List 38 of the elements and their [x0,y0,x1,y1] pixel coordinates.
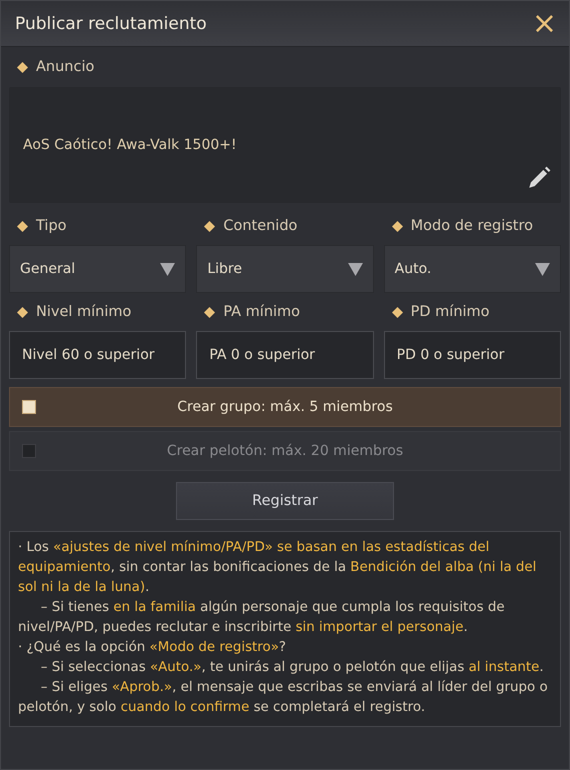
field-label: PD mínimo [410,304,490,320]
diamond-icon [392,220,403,232]
close-button[interactable]: × [528,8,561,38]
input-field[interactable]: PD 0 o superior [384,331,561,379]
field-label: Tipo [36,218,67,234]
note-text: · ¿Qué es la opción «Modo de registro»? [18,639,287,657]
note-text: – Si tienes en la familia algún personaje que cumpla los requisitos de nivel/PA/PD, puedes reclutar e inscribirte sin importar el personaje. [18,599,506,637]
option-row[interactable]: Crear grupo: máx. 5 miembros [9,387,561,427]
dropdown[interactable]: Auto. [384,245,561,293]
input-field[interactable]: PA 0 o superior [196,331,374,379]
dropdown[interactable]: General [9,245,186,293]
dropdown[interactable]: Libre [196,245,374,293]
diamond-icon [17,62,28,72]
option-label: Crear grupo: máx. 5 miembros [176,399,394,415]
note-text: – Si eliges «Aprob.», el mensaje que escribas se enviará al líder del grupo o pelotón, y solo cuando lo confirme se completará el registro. [18,679,549,717]
checkbox[interactable] [22,400,36,414]
option-row[interactable]: Crear pelotón: máx. 20 miembros [9,431,561,471]
option-label: Crear pelotón: máx. 20 miembros [166,443,404,459]
window-title: Publicar reclutamiento [15,14,207,34]
register-button[interactable]: Registrar [176,482,394,520]
diamond-icon [204,220,216,232]
announcement-field[interactable]: AoS Caótico! Awa-Valk 1500+! [9,87,561,203]
field-label: Nivel mínimo [36,304,132,320]
diamond-icon [17,220,28,232]
dropdown-arrow-icon [534,262,550,276]
dropdown-arrow-icon [160,262,176,276]
dropdown-arrow-icon [348,262,363,276]
note-text: – Si seleccionas «Auto.», te unirás al grupo o pelotón que elijas al instante. [40,659,545,677]
field-label: Contenido [223,218,298,234]
checkbox[interactable] [22,444,36,458]
diamond-icon [17,306,28,318]
diamond-icon [392,306,403,318]
field-label: Modo de registro [410,218,534,234]
field-label: PA mínimo [223,304,300,320]
diamond-icon [204,306,216,318]
input-field[interactable]: Nivel 60 o superior [9,331,186,379]
field-label: Anuncio [36,59,94,75]
note-text: · Los «ajustes de nivel mínimo/PA/PD» se basan en las estadísticas del equipamiento, sin contar las bonificaciones de la Bendición del alba (ni la del sol ni la de la luna). [18,539,538,597]
